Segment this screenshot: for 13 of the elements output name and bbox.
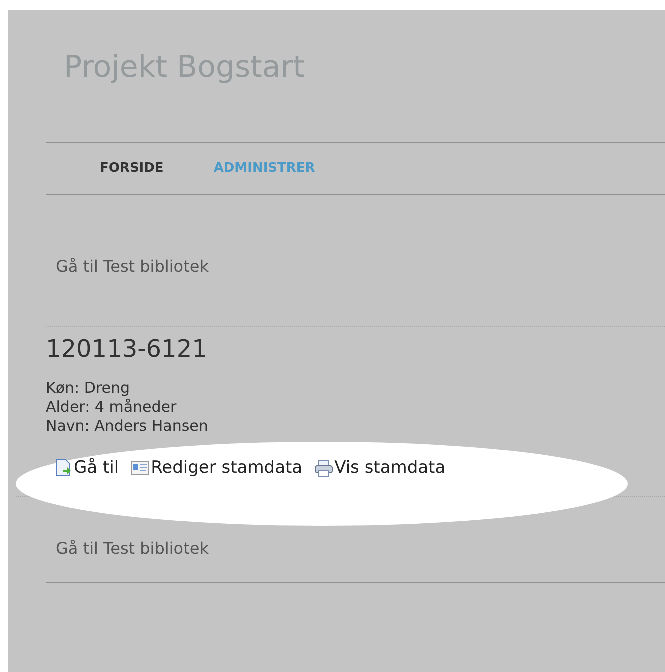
- document-arrow-icon: [56, 459, 72, 477]
- detail-line: Navn: Anders Hansen: [46, 417, 210, 436]
- library-link[interactable]: Gå til Test bibliotek: [56, 539, 209, 558]
- id-card-icon: [131, 461, 150, 475]
- nav-tab[interactable]: FORSIDE: [100, 161, 164, 176]
- action-link[interactable]: Vis stamdata: [314, 458, 446, 478]
- detail-line: Alder: 4 måneder: [46, 398, 178, 417]
- detail-line: Køn: Dreng: [46, 379, 131, 398]
- library-link[interactable]: Gå til Test bibliotek: [56, 257, 209, 276]
- printer-icon: [314, 460, 333, 476]
- record-id: 120113-6121: [46, 335, 208, 363]
- action-link[interactable]: Rediger stamdata: [131, 458, 303, 478]
- action-link[interactable]: Gå til: [56, 458, 120, 478]
